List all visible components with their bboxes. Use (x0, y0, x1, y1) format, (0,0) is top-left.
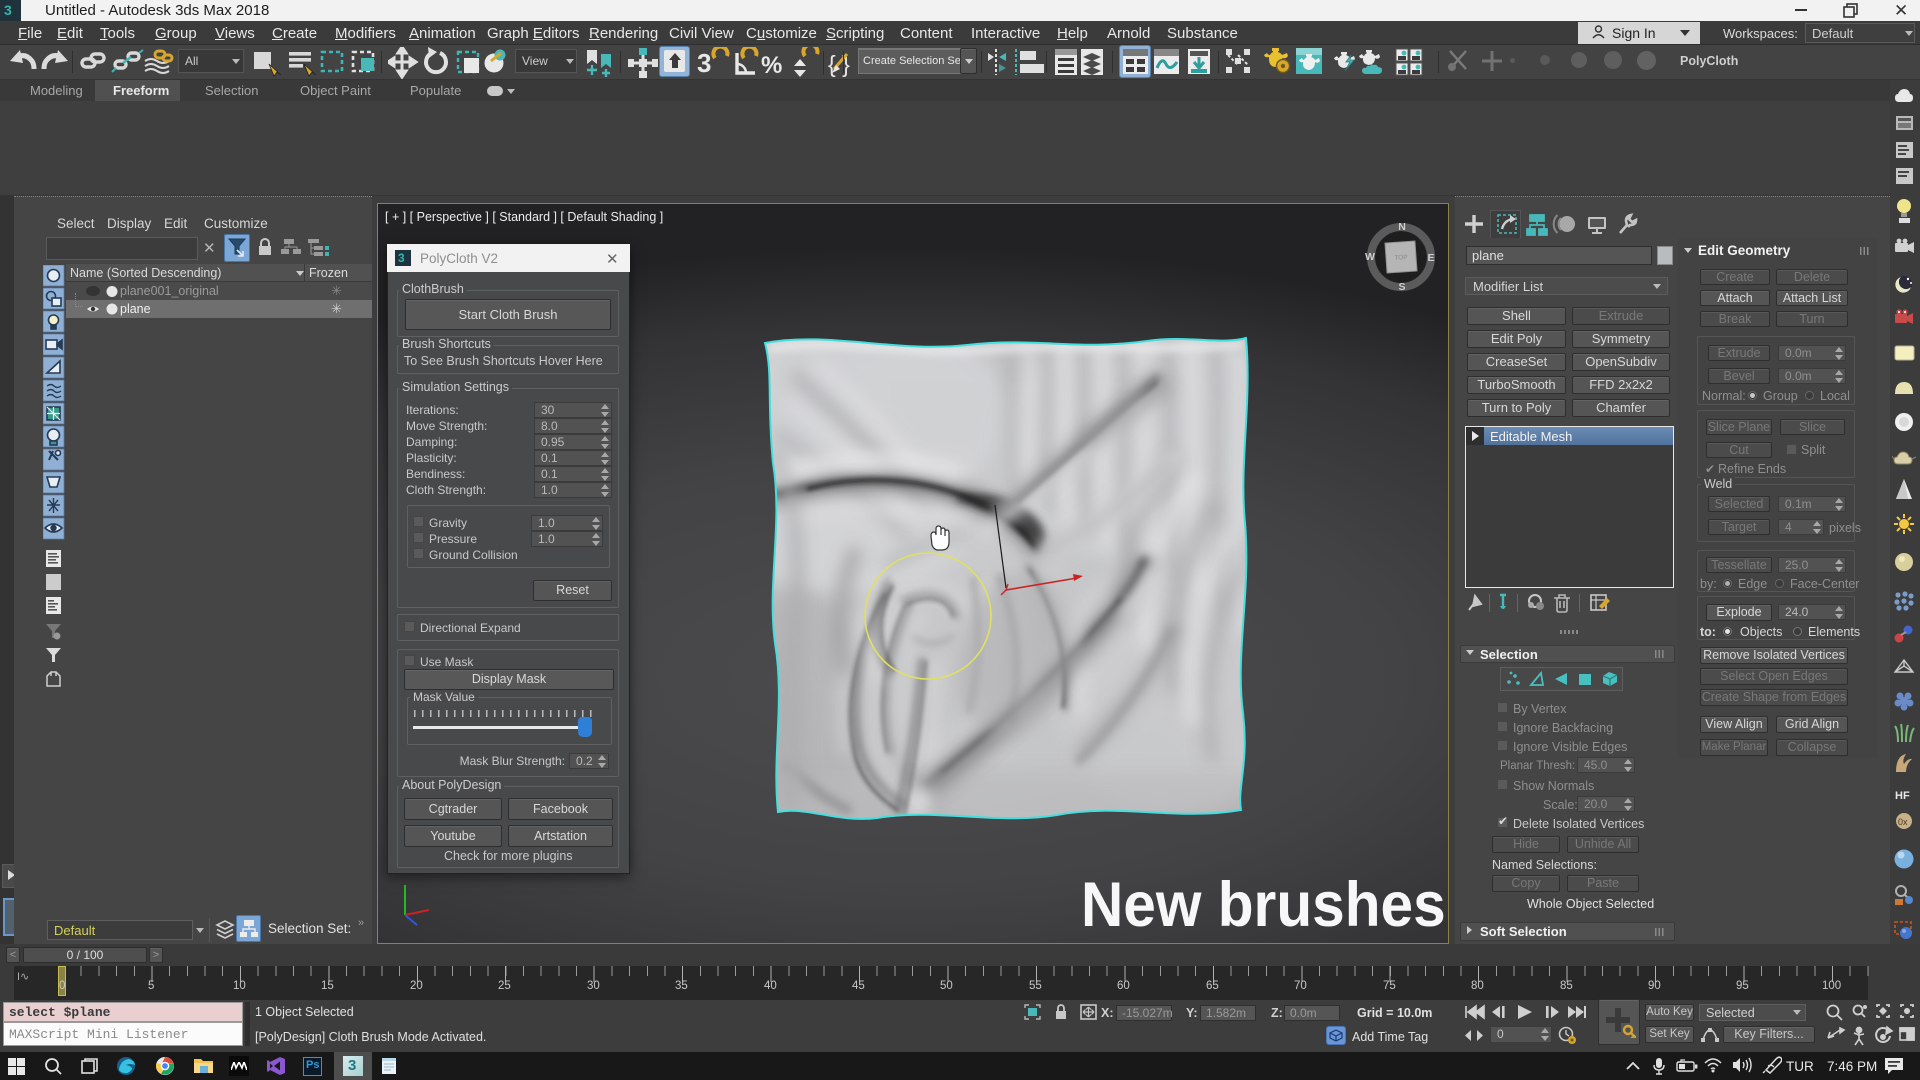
svg-text:3: 3 (697, 48, 711, 78)
svg-text:0x: 0x (1898, 817, 1908, 827)
svg-text:%: % (761, 52, 782, 79)
svg-text:HF: HF (1895, 790, 1910, 802)
